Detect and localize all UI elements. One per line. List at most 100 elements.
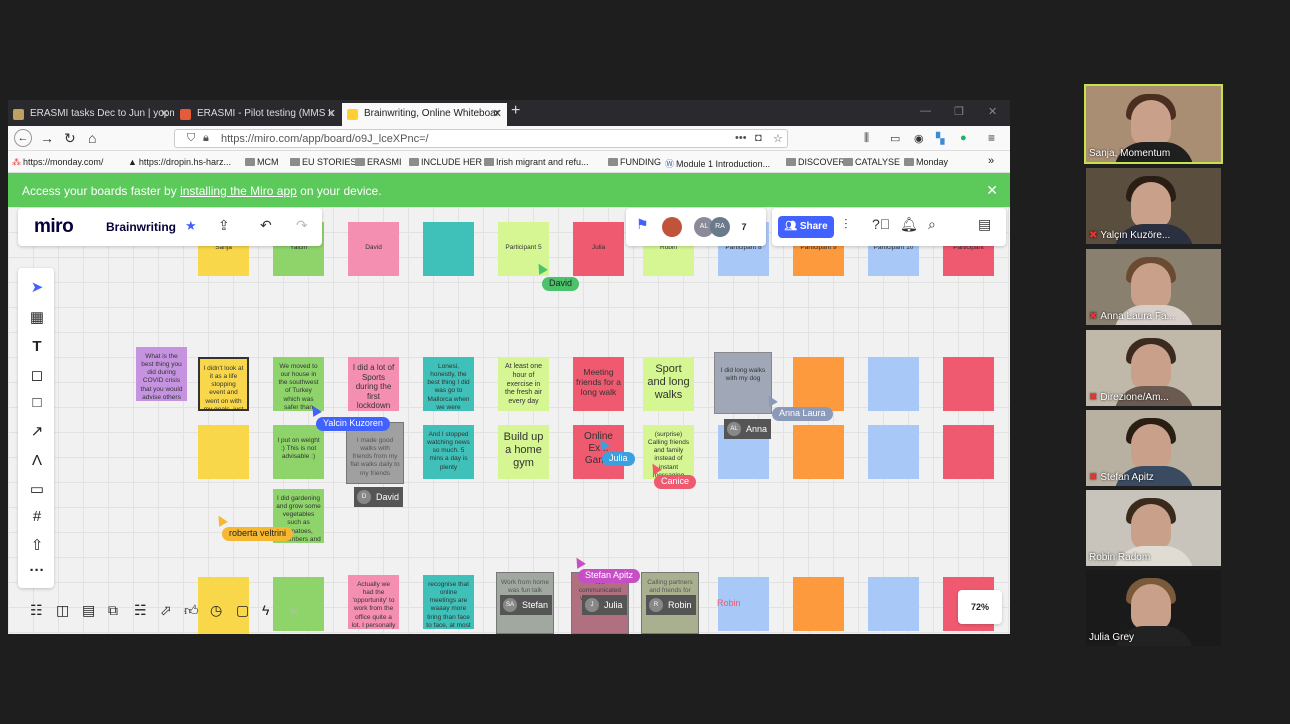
redo-icon[interactable]: ↷	[296, 217, 308, 234]
cards-icon[interactable]: ⧉	[108, 602, 118, 619]
account-icon[interactable]: ◉	[914, 132, 924, 145]
pocket-icon[interactable]: ◘	[755, 132, 762, 144]
notes-panel-icon[interactable]: ▤	[978, 216, 991, 233]
upload-icon[interactable]: ⇧	[28, 536, 46, 554]
bookmark-module-1[interactable]: Ⓦ Module 1 Introduction...	[665, 157, 770, 170]
sticky-note-question[interactable]: What is the best thing you did during CO…	[136, 347, 187, 401]
bookmark-irish-migrant[interactable]: Irish migrant and refu...	[484, 157, 589, 167]
more-icon[interactable]: •••	[735, 132, 747, 144]
video-icon[interactable]: ▢	[236, 602, 249, 619]
tab-brainwriting[interactable]: Brainwriting, Online Whiteboar ✕	[342, 103, 507, 126]
undo-icon[interactable]: ↶	[260, 217, 272, 234]
library-icon[interactable]: ⫼	[864, 132, 869, 145]
search-icon[interactable]: ⌕	[928, 216, 936, 233]
tab-erasmi-pilot[interactable]: ERASMI - Pilot testing (MMS Ir ✕	[175, 103, 341, 126]
avatar[interactable]: RA	[710, 217, 730, 237]
bookmark-funding[interactable]: FUNDING	[608, 157, 661, 167]
chevron-right-icon[interactable]: »	[988, 155, 994, 167]
bookmark-star-icon[interactable]: ☆	[773, 132, 783, 145]
sticky-note[interactable]: And I stopped watching news so much. 5 m…	[423, 425, 474, 479]
reactions-icon[interactable]: ⚑	[636, 216, 649, 233]
sticky-note-selected[interactable]: I made good walks with friends from my f…	[346, 422, 404, 484]
bookmark-dropin[interactable]: ▲ https://dropin.hs-harz...	[128, 157, 231, 167]
maximize-icon[interactable]: ❐	[954, 105, 964, 118]
comment-icon[interactable]: ▭	[28, 480, 46, 498]
sticky-note[interactable]	[868, 577, 919, 631]
home-icon[interactable]: ⌂	[88, 130, 96, 146]
export-icon[interactable]: ⇪	[218, 217, 230, 234]
close-icon[interactable]: ✕	[986, 182, 998, 199]
miro-board-canvas[interactable]: Sanja Yalcin David Participant 5 Julia R…	[8, 207, 1010, 634]
sticky-note[interactable]	[793, 357, 844, 411]
sticky-note[interactable]: I put on weight :) This is not advisable…	[273, 425, 324, 479]
close-icon[interactable]: ✕	[493, 107, 502, 120]
sticky-note-icon[interactable]: ◻	[28, 366, 46, 384]
text-icon[interactable]: T	[28, 338, 46, 355]
sticky-note[interactable]	[943, 425, 994, 479]
participant-tile[interactable]: Robin Radom	[1086, 490, 1221, 566]
reload-icon[interactable]: ↻	[64, 130, 76, 147]
sticky-note[interactable]	[868, 425, 919, 479]
participant-tile[interactable]: Sanja, Momentum	[1084, 84, 1223, 164]
templates-icon[interactable]: ▦	[28, 308, 46, 326]
back-icon[interactable]: ←	[14, 129, 32, 147]
participant-tile[interactable]: ✖ Stefan Apitz	[1086, 410, 1221, 486]
thumbs-up-icon[interactable]: 👍︎	[184, 602, 199, 619]
sticky-note[interactable]: I didn't look at it as a life stopping e…	[198, 357, 249, 411]
window-close-icon[interactable]: ✕	[988, 105, 997, 118]
extension-icon[interactable]: ▚	[936, 132, 944, 145]
sticky-note[interactable]	[198, 425, 249, 479]
frame-icon[interactable]: #	[28, 508, 46, 525]
close-icon[interactable]: ✕	[160, 107, 169, 120]
zoom-level[interactable]: 72%	[958, 590, 1002, 624]
bookmark-erasmi[interactable]: ERASMI	[355, 157, 402, 167]
sticky-note-header[interactable]	[423, 222, 474, 276]
kanban-icon[interactable]: ☵	[134, 602, 147, 619]
avatar[interactable]	[662, 217, 682, 237]
chat-icon[interactable]: ▤	[82, 602, 95, 619]
sticky-note[interactable]: I did a lot of Sports during the first l…	[348, 357, 399, 411]
sticky-note-header[interactable]: David	[348, 222, 399, 276]
bookmark-discover[interactable]: DISCOVER	[786, 157, 845, 167]
install-app-link[interactable]: installing the Miro app	[180, 184, 297, 198]
help-icon[interactable]: ?⃝	[872, 216, 890, 232]
sticky-note[interactable]	[793, 425, 844, 479]
bookmark-monday[interactable]: ⁂ https://monday.com/	[12, 157, 103, 168]
close-icon[interactable]: ✕	[327, 107, 336, 120]
arrow-icon[interactable]: ↗	[28, 422, 46, 440]
participant-tile[interactable]: ✖ Anna Laura Fa...	[1086, 249, 1221, 325]
participant-tile[interactable]: ✖ Direzione/Am...	[1086, 330, 1221, 406]
bookmark-monday-folder[interactable]: Monday	[904, 157, 948, 167]
sticky-note[interactable]: overcome	[198, 627, 249, 634]
star-icon[interactable]: ★	[185, 218, 197, 234]
bookmark-mcm[interactable]: MCM	[245, 157, 279, 167]
bell-icon[interactable]: 🔔︎	[900, 216, 918, 233]
settings-sliders-icon[interactable]: ⫶	[844, 216, 848, 233]
share-button[interactable]: 👥︎ Share	[778, 216, 834, 238]
sticky-note[interactable]	[793, 577, 844, 631]
minimize-icon[interactable]: —	[920, 105, 931, 117]
sidebar-icon[interactable]: ▭	[890, 132, 900, 145]
more-icon[interactable]: ···	[28, 562, 46, 579]
bookmark-eu-stories[interactable]: EU STORIES	[290, 157, 356, 167]
grammarly-icon[interactable]: ●	[960, 132, 967, 144]
presentation-icon[interactable]: ◫	[56, 602, 69, 619]
bookmark-include-her[interactable]: INCLUDE HER	[409, 157, 482, 167]
pen-icon[interactable]: Λ	[28, 452, 46, 469]
list-icon[interactable]: ☷	[30, 602, 43, 619]
url-text[interactable]: https://miro.com/app/board/o9J_lceXPnc=/	[221, 133, 429, 145]
sticky-note[interactable]: Build up a home gym	[498, 425, 549, 479]
share-screen-icon[interactable]: ⬀	[160, 602, 172, 619]
forward-icon[interactable]: →	[40, 130, 54, 146]
sticky-note[interactable]: Actually we had the 'opportunity' to wor…	[348, 575, 399, 629]
sticky-note[interactable]: recognise that online meetings are waaay…	[423, 575, 474, 629]
sticky-note-selected[interactable]: I did long walks with my dog	[714, 352, 772, 414]
sticky-note[interactable]	[868, 357, 919, 411]
sticky-note[interactable]: Sport and long walks	[643, 357, 694, 411]
participant-tile[interactable]: ✖ Yalçın Kuzöre...	[1086, 168, 1221, 244]
new-tab-button[interactable]: +	[511, 102, 520, 120]
sticky-note[interactable]: Meeting friends for a long walk	[573, 357, 624, 411]
shape-icon[interactable]: □	[28, 394, 46, 411]
sticky-note-header[interactable]: Julia	[573, 222, 624, 276]
address-bar[interactable]: ⛉ 🔒︎ https://miro.com/app/board/o9J_lceX…	[174, 129, 788, 148]
